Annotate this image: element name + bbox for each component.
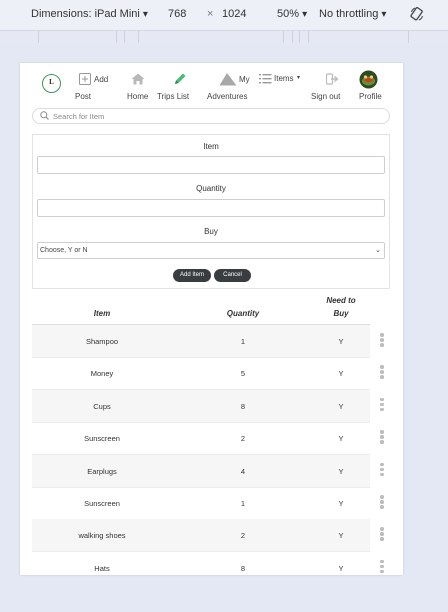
buy-label: Buy [204, 227, 218, 236]
cancel-button[interactable]: Cancel [214, 269, 251, 282]
height-input[interactable]: 1024 [222, 8, 246, 20]
quantity-label: Quantity [196, 184, 226, 193]
list-icon [259, 74, 272, 84]
throttle-dropdown[interactable]: No throttling ▾ [319, 8, 386, 20]
quantity-cell: 4 [240, 466, 246, 476]
chevron-down-icon: ▾ [142, 9, 148, 20]
more-options-icon[interactable] [379, 559, 385, 575]
table-row: Sunscreen 1 Y [32, 487, 384, 520]
add-item-form: Item Quantity Buy Choose, Y or N ⌄ Add I… [32, 134, 390, 289]
table-row: Money 5 Y [32, 357, 384, 391]
table-row: Earplugs 4 Y [32, 454, 384, 488]
table-row: walking shoes 2 Y [32, 519, 384, 553]
device-toolbar: Dimensions: iPad Mini ▾ 768 × 1024 50% ▾… [0, 0, 448, 31]
buy-cell: Y [338, 337, 344, 346]
more-options-icon[interactable] [379, 365, 385, 380]
buy-select[interactable]: Choose, Y or N ⌄ [37, 242, 385, 259]
buy-cell: Y [338, 401, 344, 411]
buy-cell: Y [338, 531, 344, 541]
avatar [359, 70, 378, 89]
column-header-quantity: Quantity [226, 309, 260, 318]
pencil-icon [175, 73, 186, 84]
more-options-icon[interactable] [379, 397, 385, 413]
quantity-input[interactable] [37, 199, 385, 217]
chevron-down-icon: ⌄ [375, 247, 381, 254]
table-row: Hats 8 Y [32, 552, 384, 575]
buy-cell: Y [338, 466, 344, 476]
buy-cell: Y [338, 499, 344, 508]
table-row: Cups 8 Y [32, 389, 384, 423]
chevron-down-icon: ▾ [302, 9, 308, 20]
buy-cell: Y [338, 369, 344, 379]
item-cell: walking shoes [78, 531, 126, 541]
more-options-icon[interactable] [379, 527, 385, 542]
quantity-cell: 5 [240, 369, 246, 379]
device-viewport: L Add Post Home Trips List My Adventures… [20, 63, 403, 575]
column-header-need-to-buy: Need to Buy [326, 296, 356, 318]
item-cell: Sunscreen [84, 499, 120, 508]
table-row: Shampoo 1 Y [32, 325, 384, 358]
table-row: Sunscreen 2 Y [32, 422, 384, 456]
item-cell: Sunscreen [84, 434, 120, 444]
dimensions-dropdown[interactable]: Dimensions: iPad Mini ▾ [31, 8, 148, 20]
quantity-cell: 8 [240, 563, 246, 573]
media-query-ruler [0, 31, 448, 43]
more-options-icon[interactable] [379, 462, 385, 478]
table-header: Item Quantity Need to Buy [32, 293, 370, 325]
search-input[interactable]: Search for Item [32, 108, 390, 124]
rotate-icon[interactable] [409, 6, 425, 22]
mountain-icon [219, 73, 237, 86]
quantity-cell: 1 [240, 499, 246, 508]
more-options-icon[interactable] [379, 333, 385, 348]
chevron-down-icon: ▾ [381, 9, 387, 20]
search-placeholder: Search for Item [53, 112, 105, 121]
item-input[interactable] [37, 156, 385, 174]
item-cell: Shampoo [85, 337, 119, 346]
caret-down-icon: ▾ [297, 75, 301, 81]
quantity-cell: 2 [240, 531, 246, 541]
quantity-cell: 1 [240, 337, 246, 346]
column-header-item: Item [93, 309, 111, 318]
more-options-icon[interactable] [379, 495, 385, 510]
zoom-dropdown[interactable]: 50% ▾ [277, 8, 307, 20]
sign-out-icon [326, 73, 339, 85]
item-cell: Money [90, 369, 114, 379]
home-icon [131, 73, 145, 85]
item-cell: Hats [94, 563, 110, 573]
more-options-icon[interactable] [379, 430, 385, 445]
quantity-cell: 2 [240, 434, 246, 444]
buy-cell: Y [338, 563, 344, 573]
buy-cell: Y [338, 434, 344, 444]
search-icon [40, 111, 49, 120]
add-item-button[interactable]: Add Item [173, 269, 211, 282]
navbar: L Add Post Home Trips List My Adventures… [20, 63, 403, 107]
item-cell: Cups [93, 401, 111, 411]
quantity-cell: 8 [240, 401, 246, 411]
times-sign: × [207, 8, 214, 20]
item-cell: Earplugs [87, 466, 117, 476]
width-input[interactable]: 768 [168, 8, 186, 20]
item-label: Item [203, 142, 219, 151]
plus-square-icon [79, 73, 91, 85]
logo[interactable]: L [42, 74, 61, 93]
